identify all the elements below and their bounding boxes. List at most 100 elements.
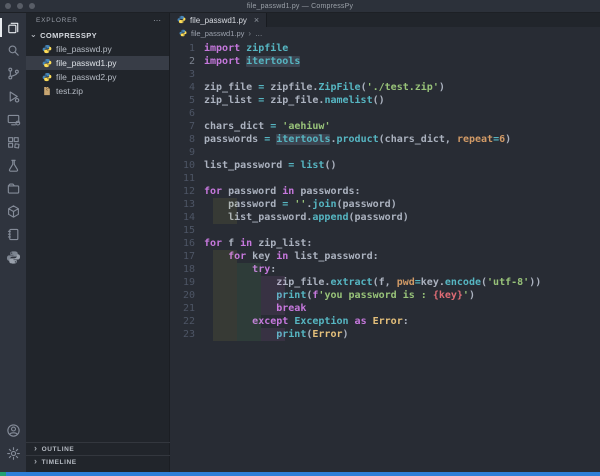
activitybar-remote-explorer-icon[interactable] — [0, 108, 26, 131]
workspace-folder-row[interactable]: ⌄ COMPRESSPY — [26, 28, 169, 42]
code-token: 'aehiuw' — [282, 121, 331, 132]
indent-guide — [237, 315, 262, 328]
indent-guide — [213, 315, 238, 328]
line-number: 15 — [182, 225, 195, 236]
code-line-9[interactable]: 9 — [170, 146, 600, 159]
file-item-test-zip[interactable]: test.zip — [26, 84, 169, 98]
line-number: 22 — [182, 316, 195, 327]
activitybar-run-debug-icon[interactable] — [0, 85, 26, 108]
chevron-right-icon: › — [34, 443, 38, 453]
panel-timeline[interactable]: › TIMELINE — [26, 455, 170, 468]
code-token: pwd — [396, 277, 415, 288]
indent-guide — [237, 328, 262, 341]
code-line-22[interactable]: 22 except Exception as Error: — [170, 315, 600, 328]
line-number: 8 — [188, 134, 195, 145]
code-line-17[interactable]: 17 for key in list_password: — [170, 250, 600, 263]
indent-guide — [213, 250, 238, 263]
python-file-icon — [42, 44, 52, 54]
code-line-14[interactable]: 14 list_password.append(password) — [170, 211, 600, 224]
explorer-more-actions-icon[interactable]: ⋯ — [153, 16, 162, 24]
code-token: ) — [438, 82, 445, 93]
tab-file-passwd1[interactable]: file_passwd1.py × — [170, 13, 268, 27]
code-token: ZipFile — [318, 82, 361, 93]
code-line-23[interactable]: 23 print(Error) — [170, 328, 600, 341]
activitybar-account-icon[interactable] — [0, 419, 26, 442]
code-token: passwords: — [294, 186, 361, 197]
code-line-11[interactable]: 11 — [170, 172, 600, 185]
indent-guide — [213, 211, 238, 224]
code-line-4[interactable]: 4 zip_file = zipfile.ZipFile('./test.zip'… — [170, 81, 600, 94]
file-label: file_passwd2.py — [56, 72, 117, 82]
breadcrumb-more[interactable]: … — [255, 29, 263, 38]
file-list: file_passwd.py file_passwd1.py file_passwd… — [26, 42, 169, 98]
highlighted-token: itertools — [246, 56, 301, 67]
activitybar-extensions-icon[interactable] — [0, 131, 26, 154]
code-token: for — [204, 186, 223, 197]
code-token: (chars_dict, — [378, 134, 457, 145]
panel-outline[interactable]: › OUTLINE — [26, 442, 170, 455]
code-line-1[interactable]: 1 import zipfile — [170, 42, 600, 55]
code-line-19[interactable]: 19 zip_file.extract(f, pwd=key.encode('u… — [170, 276, 600, 289]
activitybar-project-manager-icon[interactable] — [0, 177, 26, 200]
code-line-7[interactable]: 7 chars_dict = 'aehiuw' — [170, 120, 600, 133]
code-token: namelist — [324, 95, 373, 106]
activitybar-package-icon[interactable] — [0, 200, 26, 223]
python-file-icon — [42, 72, 52, 82]
code-line-13[interactable]: 13 password = ''.join(password) — [170, 198, 600, 211]
breadcrumb[interactable]: file_passwd1.py › … — [170, 27, 600, 40]
activitybar-settings-icon[interactable] — [0, 442, 26, 465]
activitybar-notebook-icon[interactable] — [0, 223, 26, 246]
indent-guide — [261, 302, 286, 315]
code-line-5[interactable]: 5 zip_list = zip_file.namelist() — [170, 94, 600, 107]
code-line-6[interactable]: 6 — [170, 107, 600, 120]
code-token: import — [204, 56, 241, 67]
remote-indicator[interactable] — [0, 472, 6, 476]
activitybar-testing-icon[interactable] — [0, 154, 26, 177]
code-token: (password) — [336, 199, 397, 210]
indent-guide — [237, 302, 262, 315]
line-number: 23 — [182, 329, 195, 340]
indent-guide — [213, 263, 238, 276]
code-line-15[interactable]: 15 — [170, 224, 600, 237]
code-token: zipfile. — [264, 82, 319, 93]
indent-guide — [237, 263, 262, 276]
line-number: 21 — [182, 303, 195, 314]
activitybar-source-control-icon[interactable] — [0, 62, 26, 85]
code-token: Error — [312, 329, 343, 340]
activitybar-explorer-icon[interactable] — [0, 16, 26, 39]
code-token: for — [204, 238, 223, 249]
code-token: '' — [294, 199, 307, 210]
line-number: 9 — [188, 147, 195, 158]
line-number: 7 — [188, 121, 195, 132]
activitybar-python-extension-icon[interactable] — [0, 246, 26, 269]
code-token: () — [372, 95, 385, 106]
code-line-21[interactable]: 21 break — [170, 302, 600, 315]
code-line-18[interactable]: 18 try: — [170, 263, 600, 276]
breadcrumb-file[interactable]: file_passwd1.py — [191, 29, 244, 38]
line-number: 1 — [188, 43, 195, 54]
status-bar[interactable] — [0, 472, 600, 476]
line-number: 16 — [182, 238, 195, 249]
panel-label: OUTLINE — [41, 445, 75, 453]
code-line-2[interactable]: 2 import itertools — [170, 55, 600, 68]
code-token: ) — [468, 290, 475, 301]
file-item-file_passwd1-py[interactable]: file_passwd1.py — [26, 56, 169, 70]
code-line-20[interactable]: 20 print(f'you password is : {key}') — [170, 289, 600, 302]
file-item-file_passwd2-py[interactable]: file_passwd2.py — [26, 70, 169, 84]
close-tab-icon[interactable]: × — [254, 16, 259, 25]
window-title: file_passwd1.py — CompressPy — [246, 2, 354, 10]
code-editor[interactable]: 1 import zipfile 2 import itertools 3 4 zip_fi… — [170, 40, 600, 341]
code-line-3[interactable]: 3 — [170, 68, 600, 81]
workspace-folder-label: COMPRESSPY — [40, 30, 98, 40]
file-item-file_passwd-py[interactable]: file_passwd.py — [26, 42, 169, 56]
code-line-12[interactable]: 12 for password in passwords: — [170, 185, 600, 198]
code-line-10[interactable]: 10 list_password = list() — [170, 159, 600, 172]
code-line-16[interactable]: 16 for f in zip_list: — [170, 237, 600, 250]
code-token: ) — [342, 329, 349, 340]
code-token: list_password: — [288, 251, 379, 262]
activitybar-search-icon[interactable] — [0, 39, 26, 62]
line-number: 12 — [182, 186, 195, 197]
code-token: encode — [444, 277, 481, 288]
code-line-8[interactable]: 8 passwords = itertools.product(chars_dic… — [170, 133, 600, 146]
code-token: {key} — [432, 290, 463, 301]
